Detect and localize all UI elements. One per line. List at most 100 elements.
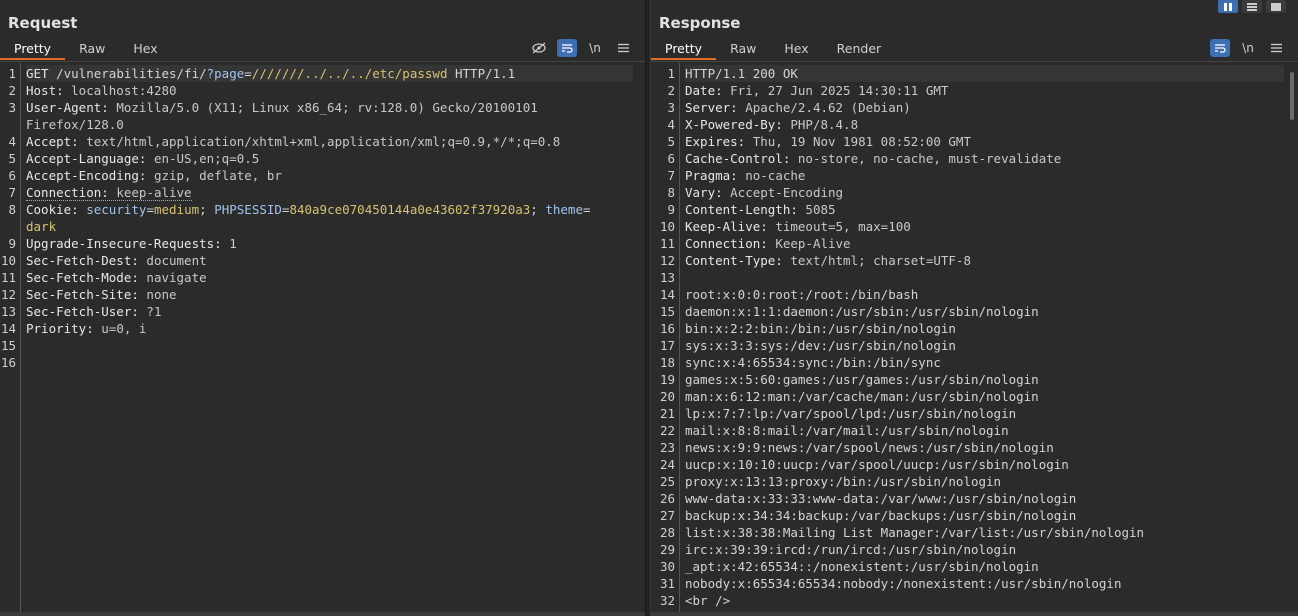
status-line[interactable]: HTTP/1.1 200 OK <box>685 65 1284 82</box>
split-horizontal-icon[interactable] <box>1242 0 1262 13</box>
header-key: Date: <box>685 83 731 98</box>
header-row[interactable]: Expires: Thu, 19 Nov 1981 08:52:00 GMT <box>685 133 1284 150</box>
header-row[interactable]: Keep-Alive: timeout=5, max=100 <box>685 218 1284 235</box>
eye-slash-icon[interactable] <box>529 39 549 57</box>
request-hscroll[interactable] <box>0 612 645 616</box>
body-line[interactable]: sync:x:4:65534:sync:/bin:/bin/sync <box>685 354 1284 371</box>
response-lines: HTTP/1.1 200 OK Date: Fri, 27 Jun 2025 1… <box>685 65 1284 616</box>
line-number: 32 <box>659 593 675 608</box>
cookie-row-wrap[interactable]: dark <box>26 218 633 235</box>
layout-toggle-group <box>1218 0 1286 13</box>
header-row[interactable]: X-Powered-By: PHP/8.4.8 <box>685 116 1284 133</box>
split-vertical-icon[interactable] <box>1218 0 1238 13</box>
header-value: navigate <box>146 270 207 285</box>
request-editor[interactable]: 1 2 3 4 5 6 7 8 9 10 11 12 13 14 15 16 GET /vulnerabili… <box>0 63 645 616</box>
line-number: 16 <box>659 321 675 336</box>
newline-icon[interactable]: \n <box>585 39 605 57</box>
tab-hex[interactable]: Hex <box>119 40 171 60</box>
line-number: 8 <box>667 185 675 200</box>
header-row[interactable]: Date: Fri, 27 Jun 2025 14:30:11 GMT <box>685 82 1284 99</box>
header-value: en-US,en;q=0.5 <box>153 151 260 166</box>
body-line[interactable]: sys:x:3:3:sys:/dev:/usr/sbin/nologin <box>685 337 1284 354</box>
wrap-icon[interactable] <box>557 39 577 57</box>
body-line[interactable]: www-data:x:33:33:www-data:/var/www:/usr/… <box>685 490 1284 507</box>
body-line[interactable]: proxy:x:13:13:proxy:/bin:/usr/sbin/nolog… <box>685 473 1284 490</box>
menu-icon[interactable] <box>613 39 633 57</box>
header-row[interactable]: Priority: u=0, i <box>26 320 633 337</box>
header-row[interactable]: Connection: keep-alive <box>26 184 633 201</box>
request-line[interactable]: GET /vulnerabilities/fi/?page=///////../… <box>26 65 633 82</box>
body-line[interactable]: lp:x:7:7:lp:/var/spool/lpd:/usr/sbin/nol… <box>685 405 1284 422</box>
single-pane-icon[interactable] <box>1266 0 1286 13</box>
tab-pretty[interactable]: Pretty <box>0 40 66 60</box>
header-row[interactable]: Sec-Fetch-User: ?1 <box>26 303 633 320</box>
header-row[interactable]: Host: localhost:4280 <box>26 82 633 99</box>
cookie-name: security <box>86 202 147 217</box>
header-row[interactable]: Server: Apache/2.4.62 (Debian) <box>685 99 1284 116</box>
tab-raw[interactable]: Raw <box>716 40 770 60</box>
body-line[interactable]: list:x:38:38:Mailing List Manager:/var/l… <box>685 524 1284 541</box>
body-line[interactable]: uucp:x:10:10:uucp:/var/spool/uucp:/usr/s… <box>685 456 1284 473</box>
line-number: 13 <box>659 270 675 285</box>
line-number: 9 <box>667 202 675 217</box>
line-number: 4 <box>8 134 16 149</box>
query-value: ///////../../../etc/passwd <box>251 66 448 81</box>
header-row[interactable]: User-Agent: Mozilla/5.0 (X11; Linux x86_… <box>26 99 633 116</box>
line-number: 17 <box>659 338 675 353</box>
body-line[interactable]: nobody:x:65534:65534:nobody:/nonexistent… <box>685 575 1284 592</box>
cookie-row[interactable]: Cookie: security=medium; PHPSESSID=840a9… <box>26 201 633 218</box>
body-line[interactable]: _apt:x:42:65534::/nonexistent:/usr/sbin/… <box>685 558 1284 575</box>
line-number: 13 <box>0 304 16 319</box>
header-key: Expires: <box>685 134 753 149</box>
response-vscroll[interactable] <box>1290 72 1294 120</box>
newline-icon[interactable]: \n <box>1238 39 1258 57</box>
tab-render[interactable]: Render <box>823 40 896 60</box>
response-hscroll[interactable] <box>651 612 1298 616</box>
line-number: 5 <box>8 151 16 166</box>
header-row[interactable]: Sec-Fetch-Dest: document <box>26 252 633 269</box>
header-row[interactable]: Sec-Fetch-Mode: navigate <box>26 269 633 286</box>
header-row[interactable]: Cache-Control: no-store, no-cache, must-… <box>685 150 1284 167</box>
body-line[interactable]: news:x:9:9:news:/var/spool/news:/usr/sbi… <box>685 439 1284 456</box>
header-value: Fri, 27 Jun 2025 14:30:11 GMT <box>730 83 949 98</box>
body-line[interactable]: mail:x:8:8:mail:/var/mail:/usr/sbin/nolo… <box>685 422 1284 439</box>
menu-icon[interactable] <box>1266 39 1286 57</box>
body-line[interactable]: irc:x:39:39:ircd:/run/ircd:/usr/sbin/nol… <box>685 541 1284 558</box>
line-number: 28 <box>659 525 675 540</box>
body-line[interactable]: games:x:5:60:games:/usr/games:/usr/sbin/… <box>685 371 1284 388</box>
header-row[interactable]: Upgrade-Insecure-Requests: 1 <box>26 235 633 252</box>
line-number: 4 <box>667 117 675 132</box>
header-row[interactable]: Connection: Keep-Alive <box>685 235 1284 252</box>
wrap-icon[interactable] <box>1210 39 1230 57</box>
header-key: Accept: <box>26 134 87 149</box>
header-row[interactable]: Content-Length: 5085 <box>685 201 1284 218</box>
header-row[interactable]: Accept: text/html,application/xhtml+xml,… <box>26 133 633 150</box>
body-line[interactable] <box>685 269 1284 286</box>
body-line[interactable]: bin:x:2:2:bin:/bin:/usr/sbin/nologin <box>685 320 1284 337</box>
header-row[interactable]: Sec-Fetch-Site: none <box>26 286 633 303</box>
header-row[interactable]: Accept-Encoding: gzip, deflate, br <box>26 167 633 184</box>
header-row-wrap[interactable]: Firefox/128.0 <box>26 116 633 133</box>
response-pane: Response Pretty Raw Hex Render \n 123456… <box>651 0 1298 616</box>
body-line[interactable]: root:x:0:0:root:/root:/bin/bash <box>685 286 1284 303</box>
response-editor[interactable]: 1 2 3 4 5 6 7 8 9 10 11 12 13 14 15 16 17 18 19 20 21 22 23 24 2… <box>651 63 1298 616</box>
line-number: 12 <box>659 253 675 268</box>
cookie-sep: ; <box>199 202 215 217</box>
body-line[interactable]: daemon:x:1:1:daemon:/usr/sbin:/usr/sbin/… <box>685 303 1284 320</box>
body-line[interactable]: man:x:6:12:man:/var/cache/man:/usr/sbin/… <box>685 388 1284 405</box>
tab-raw[interactable]: Raw <box>65 40 119 60</box>
header-row[interactable]: Pragma: no-cache <box>685 167 1284 184</box>
header-key: User-Agent: <box>26 100 117 115</box>
header-row[interactable]: Content-Type: text/html; charset=UTF-8 <box>685 252 1284 269</box>
header-row[interactable]: Vary: Accept-Encoding <box>685 184 1284 201</box>
header-row[interactable]: Accept-Language: en-US,en;q=0.5 <box>26 150 633 167</box>
line-number: 1 <box>8 66 16 81</box>
body-line[interactable]: <br /> <box>685 592 1284 609</box>
request-tabs: Pretty Raw Hex <box>0 40 172 62</box>
tab-pretty[interactable]: Pretty <box>651 40 717 60</box>
line-number: 15 <box>0 338 16 353</box>
header-value: Keep-Alive <box>775 236 851 251</box>
body-line[interactable]: backup:x:34:34:backup:/var/backups:/usr/… <box>685 507 1284 524</box>
tab-hex[interactable]: Hex <box>770 40 822 60</box>
request-toolbar: \n <box>529 39 633 57</box>
